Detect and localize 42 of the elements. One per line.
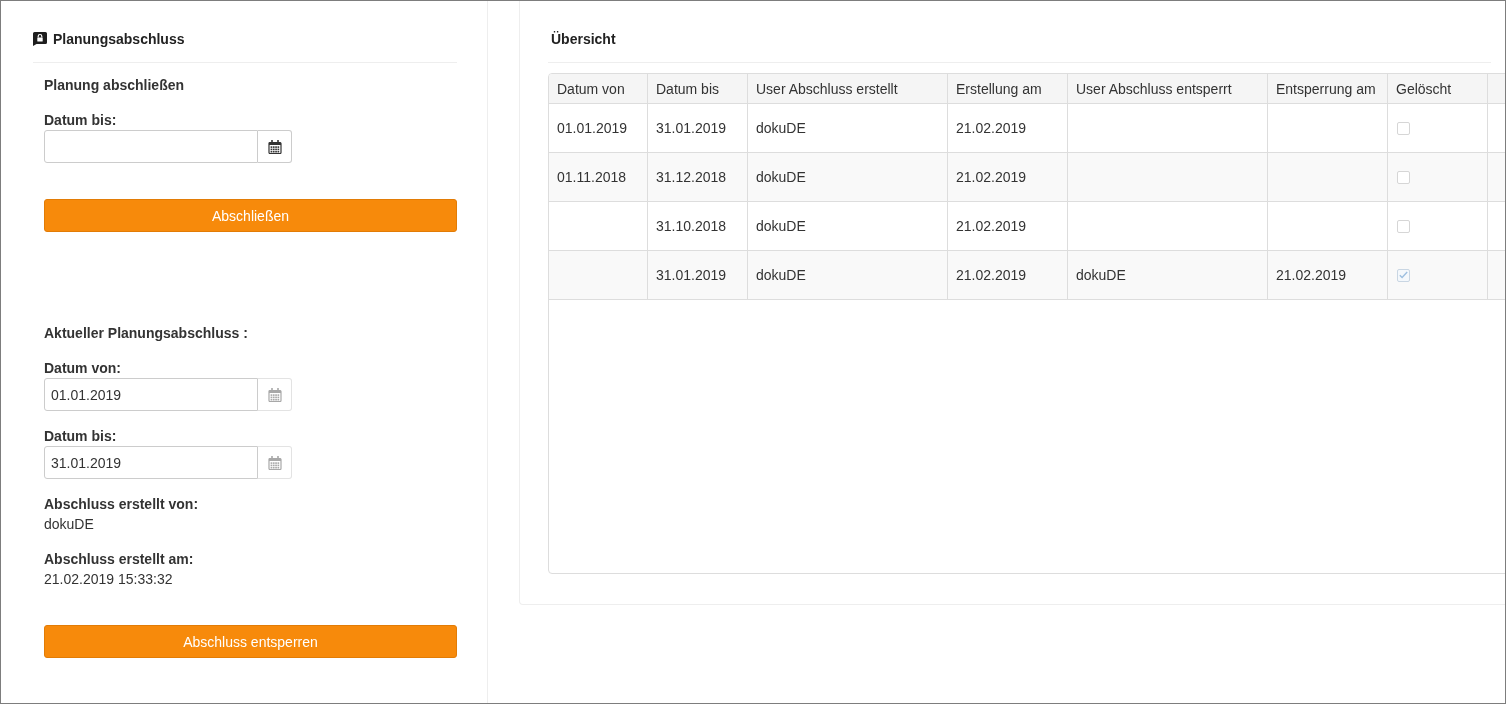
- column-header[interactable]: Gelöscht: [1388, 74, 1488, 103]
- table-cell: 31.01.2019: [648, 104, 748, 152]
- card-title: Übersicht: [551, 30, 616, 49]
- column-header[interactable]: Erstellung am: [948, 74, 1068, 103]
- table-cell: dokuDE: [748, 202, 948, 250]
- info-value: dokuDE: [44, 515, 94, 534]
- field-label: Datum bis:: [44, 111, 117, 130]
- info-label: Abschluss erstellt am:: [44, 550, 194, 569]
- checkbox[interactable]: [1397, 268, 1410, 282]
- section-heading: Aktueller Planungsabschluss :: [44, 324, 248, 343]
- table-cell: 31.10.2018: [648, 202, 748, 250]
- table-cell: 01.01.2019: [549, 104, 648, 152]
- lock-icon: [33, 32, 47, 46]
- tick-icon: [1399, 271, 1408, 279]
- field-label: Datum bis:: [44, 427, 117, 446]
- column-header[interactable]: Datum von: [549, 74, 648, 103]
- checkbox[interactable]: [1397, 170, 1410, 184]
- column-header[interactable]: User Abschluss erstellt: [748, 74, 948, 103]
- table-cell: dokuDE: [748, 153, 948, 201]
- section-heading: Planung abschließen: [44, 76, 185, 95]
- date-input[interactable]: [44, 130, 258, 163]
- table-cell: 01.11.2018: [549, 153, 648, 201]
- checkbox[interactable]: [1397, 219, 1410, 233]
- column-header[interactable]: Datum bis: [648, 74, 748, 103]
- table-cell: 21.02.2019: [948, 251, 1068, 299]
- info-value: 21.02.2019 15:33:32: [44, 570, 173, 589]
- table-cell: dokuDE: [748, 104, 948, 152]
- column-header[interactable]: Entsperrung am: [1268, 74, 1388, 103]
- table-cell: 31.12.2018: [648, 153, 748, 201]
- table-cell: 21.02.2019: [948, 104, 1068, 152]
- table-cell: 21.02.2019: [948, 202, 1068, 250]
- info-label: Abschluss erstellt von:: [44, 495, 199, 514]
- table-cell: dokuDE: [748, 251, 948, 299]
- table-cell: 31.01.2019: [648, 251, 748, 299]
- table-cell: 21.02.2019: [1268, 251, 1388, 299]
- table-cell: dokuDE: [1068, 251, 1268, 299]
- field-label: Datum von:: [44, 359, 121, 378]
- column-header[interactable]: User Abschluss entsperrt: [1068, 74, 1268, 103]
- checkbox[interactable]: [1397, 121, 1410, 135]
- panel-title: Planungsabschluss: [53, 31, 185, 47]
- table-cell: 21.02.2019: [948, 153, 1068, 201]
- calendar-button[interactable]: [258, 130, 292, 163]
